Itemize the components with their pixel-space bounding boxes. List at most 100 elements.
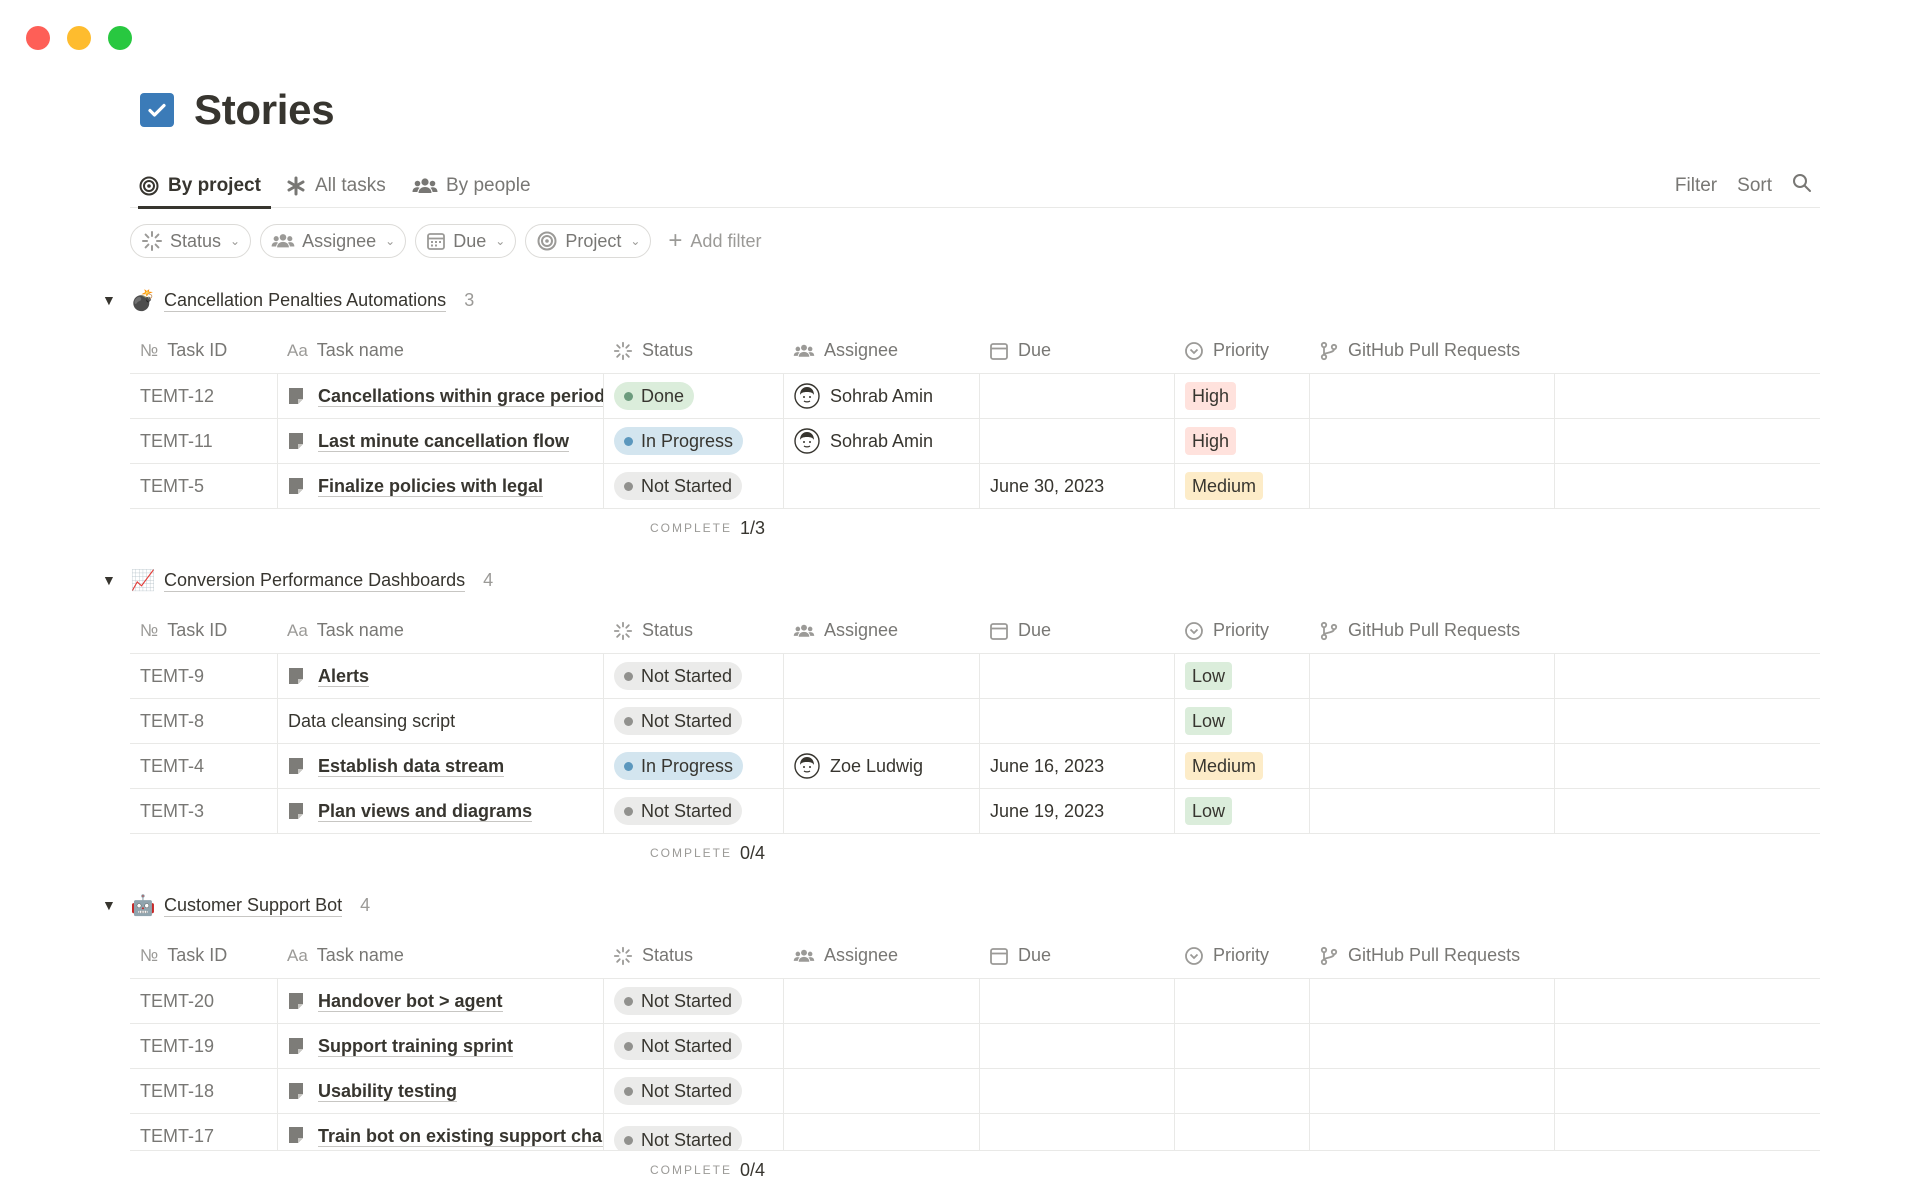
assignee-cell[interactable]: Sohrab Amin	[783, 419, 979, 463]
col-task-id[interactable]: № Task ID	[130, 328, 277, 373]
status-badge[interactable]: Not Started	[614, 1032, 743, 1060]
assignee-cell[interactable]	[783, 789, 979, 833]
github-cell[interactable]	[1309, 464, 1554, 508]
task-name-cell[interactable]: Alerts	[277, 654, 603, 698]
status-badge[interactable]: Done	[614, 382, 695, 410]
priority-cell[interactable]	[1174, 1114, 1309, 1150]
task-name-cell[interactable]: Handover bot > agent	[277, 979, 603, 1023]
table-row[interactable]: TEMT-11 Last minute cancellation flow In…	[130, 419, 1820, 464]
status-cell[interactable]: Not Started	[603, 464, 783, 508]
complete-summary[interactable]: COMPLETE 0/4	[130, 834, 1820, 872]
task-name[interactable]: Plan views and diagrams	[318, 801, 533, 822]
due-cell[interactable]	[979, 654, 1174, 698]
table-row[interactable]: TEMT-19 Support training sprint Not Star…	[130, 1024, 1820, 1069]
status-badge[interactable]: Not Started	[614, 662, 743, 690]
col-task-id[interactable]: № Task ID	[130, 933, 277, 978]
due-filter-chip[interactable]: Due ⌄	[415, 224, 517, 258]
assignee-filter-chip[interactable]: Assignee ⌄	[260, 224, 407, 258]
assignee-cell[interactable]	[783, 1114, 979, 1150]
tab-all-tasks[interactable]: All tasks	[285, 164, 386, 208]
due-cell[interactable]	[979, 1024, 1174, 1068]
triangle-down-icon[interactable]: ▼	[102, 292, 130, 308]
task-name-cell[interactable]: Usability testing	[277, 1069, 603, 1113]
task-name[interactable]: Train bot on existing support channels	[318, 1126, 603, 1147]
due-cell[interactable]	[979, 1069, 1174, 1113]
task-name-cell[interactable]: Establish data stream	[277, 744, 603, 788]
task-name[interactable]: Cancellations within grace period	[318, 386, 603, 407]
github-cell[interactable]	[1309, 374, 1554, 418]
col-status[interactable]: Status	[603, 608, 783, 653]
tab-by-people[interactable]: By people	[412, 164, 531, 208]
table-row[interactable]: TEMT-20 Handover bot > agent Not Started	[130, 979, 1820, 1024]
complete-summary[interactable]: COMPLETE 1/3	[130, 509, 1820, 547]
col-status[interactable]: Status	[603, 933, 783, 978]
priority-tag[interactable]: High	[1185, 382, 1237, 410]
status-cell[interactable]: Not Started	[603, 979, 783, 1023]
task-name[interactable]: Handover bot > agent	[318, 991, 503, 1012]
col-priority[interactable]: Priority	[1174, 608, 1309, 653]
priority-cell[interactable]	[1174, 1069, 1309, 1113]
status-cell[interactable]: Not Started	[603, 789, 783, 833]
github-cell[interactable]	[1309, 699, 1554, 743]
status-cell[interactable]: Done	[603, 374, 783, 418]
priority-tag[interactable]: Medium	[1185, 752, 1264, 780]
status-badge[interactable]: In Progress	[614, 752, 744, 780]
status-filter-chip[interactable]: Status ⌄	[130, 224, 252, 258]
group-title[interactable]: Customer Support Bot	[164, 894, 343, 917]
task-name[interactable]: Support training sprint	[318, 1036, 513, 1057]
assignee-cell[interactable]	[783, 979, 979, 1023]
status-cell[interactable]: Not Started	[603, 1114, 783, 1150]
priority-tag[interactable]: Low	[1185, 797, 1233, 825]
table-row[interactable]: TEMT-8 Data cleansing script Not Started…	[130, 699, 1820, 744]
status-cell[interactable]: Not Started	[603, 654, 783, 698]
github-cell[interactable]	[1309, 654, 1554, 698]
col-due[interactable]: Due	[979, 933, 1174, 978]
status-badge[interactable]: Not Started	[614, 1126, 743, 1150]
maximize-window-button[interactable]	[108, 26, 132, 50]
col-priority[interactable]: Priority	[1174, 328, 1309, 373]
priority-cell[interactable]: High	[1174, 374, 1309, 418]
due-cell[interactable]	[979, 979, 1174, 1023]
col-due[interactable]: Due	[979, 328, 1174, 373]
assignee-cell[interactable]	[783, 464, 979, 508]
table-row[interactable]: TEMT-9 Alerts Not Started Low	[130, 654, 1820, 699]
priority-tag[interactable]: Low	[1185, 707, 1233, 735]
col-task-name[interactable]: Aa Task name	[277, 328, 603, 373]
task-name-cell[interactable]: Train bot on existing support channels	[277, 1114, 603, 1150]
priority-cell[interactable]	[1174, 1024, 1309, 1068]
task-name-cell[interactable]: Support training sprint	[277, 1024, 603, 1068]
group-title[interactable]: Conversion Performance Dashboards	[164, 569, 466, 592]
status-cell[interactable]: In Progress	[603, 744, 783, 788]
task-name-cell[interactable]: Finalize policies with legal	[277, 464, 603, 508]
task-name[interactable]: Data cleansing script	[288, 711, 455, 732]
col-task-name[interactable]: Aa Task name	[277, 933, 603, 978]
priority-cell[interactable]: Medium	[1174, 744, 1309, 788]
priority-tag[interactable]: High	[1185, 427, 1237, 455]
minimize-window-button[interactable]	[67, 26, 91, 50]
priority-tag[interactable]: Low	[1185, 662, 1233, 690]
priority-cell[interactable]: Low	[1174, 699, 1309, 743]
status-badge[interactable]: Not Started	[614, 707, 743, 735]
due-cell[interactable]	[979, 419, 1174, 463]
due-cell[interactable]	[979, 699, 1174, 743]
task-name[interactable]: Last minute cancellation flow	[318, 431, 570, 452]
due-cell[interactable]: June 19, 2023	[979, 789, 1174, 833]
col-github[interactable]: GitHub Pull Requests	[1309, 608, 1729, 653]
table-row[interactable]: TEMT-4 Establish data stream In Progress…	[130, 744, 1820, 789]
due-cell[interactable]: June 30, 2023	[979, 464, 1174, 508]
search-button[interactable]	[1792, 173, 1812, 199]
github-cell[interactable]	[1309, 789, 1554, 833]
status-cell[interactable]: Not Started	[603, 699, 783, 743]
complete-summary[interactable]: COMPLETE 0/4	[130, 1151, 1820, 1189]
assignee-cell[interactable]: Sohrab Amin	[783, 374, 979, 418]
sort-button[interactable]: Sort	[1737, 175, 1772, 197]
due-cell[interactable]: June 16, 2023	[979, 744, 1174, 788]
github-cell[interactable]	[1309, 1024, 1554, 1068]
col-status[interactable]: Status	[603, 328, 783, 373]
close-window-button[interactable]	[26, 26, 50, 50]
project-filter-chip[interactable]: Project ⌄	[525, 224, 652, 258]
col-github[interactable]: GitHub Pull Requests	[1309, 933, 1729, 978]
due-cell[interactable]	[979, 1114, 1174, 1150]
assignee-cell[interactable]: Zoe Ludwig	[783, 744, 979, 788]
col-priority[interactable]: Priority	[1174, 933, 1309, 978]
